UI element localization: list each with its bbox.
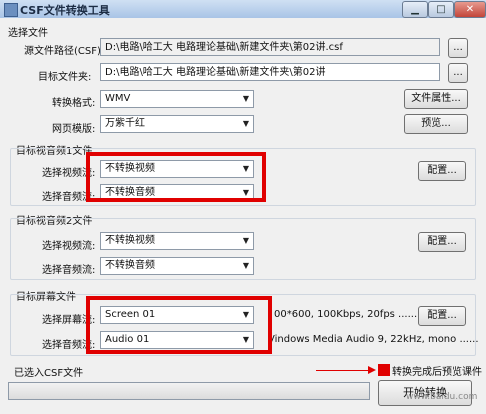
chevron-down-icon: ▼ <box>242 261 249 270</box>
annotation-arrow-icon <box>368 366 376 374</box>
av2-video-value: 不转换视频 <box>105 235 155 246</box>
preview-after-label: 转换完成后预览课件 <box>392 367 482 378</box>
av2-audio-select[interactable]: 不转换音频 ▼ <box>100 257 254 275</box>
target-browse-button[interactable]: ... <box>448 63 468 83</box>
av2-audio-value: 不转换音频 <box>105 260 155 271</box>
format-select[interactable]: WMV ▼ <box>100 90 254 108</box>
preview-after-checkbox[interactable] <box>378 364 390 376</box>
target-folder-label: 目标文件夹: <box>38 72 92 83</box>
template-select[interactable]: 万紫千红 ▼ <box>100 115 254 133</box>
screen-red-highlight <box>86 296 272 354</box>
conversion-progress-bar <box>8 382 370 400</box>
source-browse-button[interactable]: ... <box>448 38 468 58</box>
chevron-down-icon: ▼ <box>242 94 249 103</box>
source-path-field[interactable]: D:\电路\哈工大 电路理论基础\新建文件夹\第02讲.csf <box>100 38 440 56</box>
app-icon <box>4 3 18 17</box>
av2-audio-label: 选择音频流: <box>42 265 96 276</box>
screen-audio-info: Vindows Media Audio 9, 22kHz, mono .....… <box>268 334 479 345</box>
close-button[interactable]: ✕ <box>454 1 486 18</box>
annotation-arrow-line <box>316 370 374 371</box>
av1-config-button[interactable]: 配置... <box>418 161 466 181</box>
format-select-value: WMV <box>105 93 131 104</box>
target-folder-field[interactable]: D:\电路\哈工大 电路理论基础\新建文件夹\第02讲 <box>100 63 440 81</box>
av2-video-select[interactable]: 不转换视频 ▼ <box>100 232 254 250</box>
title-bar: CSF文件转换工具 ▁ □ ✕ <box>0 0 486 18</box>
watermark-text: www.baidu.com <box>406 392 478 402</box>
source-path-label: 源文件路径(CSF): <box>24 46 105 57</box>
format-label: 转换格式: <box>52 98 96 109</box>
file-properties-button[interactable]: 文件属性... <box>404 89 468 109</box>
preview-button[interactable]: 预览... <box>404 114 468 134</box>
loaded-csf-label: 已选入CSF文件 <box>14 368 84 379</box>
window-title: CSF文件转换工具 <box>20 4 110 17</box>
av2-config-button[interactable]: 配置... <box>418 232 466 252</box>
template-select-value: 万紫千红 <box>105 118 145 129</box>
template-label: 网页模版: <box>52 124 96 135</box>
select-file-title: 选择文件 <box>8 28 48 39</box>
chevron-down-icon: ▼ <box>242 236 249 245</box>
screen-stream-info: 00*600, 100Kbps, 20fps ...... <box>274 309 418 320</box>
minimize-button[interactable]: ▁ <box>402 1 428 18</box>
av1-red-highlight <box>86 152 266 202</box>
screen-config-button[interactable]: 配置... <box>418 306 466 326</box>
av2-video-label: 选择视频流: <box>42 241 96 252</box>
chevron-down-icon: ▼ <box>242 119 249 128</box>
maximize-button[interactable]: □ <box>428 1 454 18</box>
